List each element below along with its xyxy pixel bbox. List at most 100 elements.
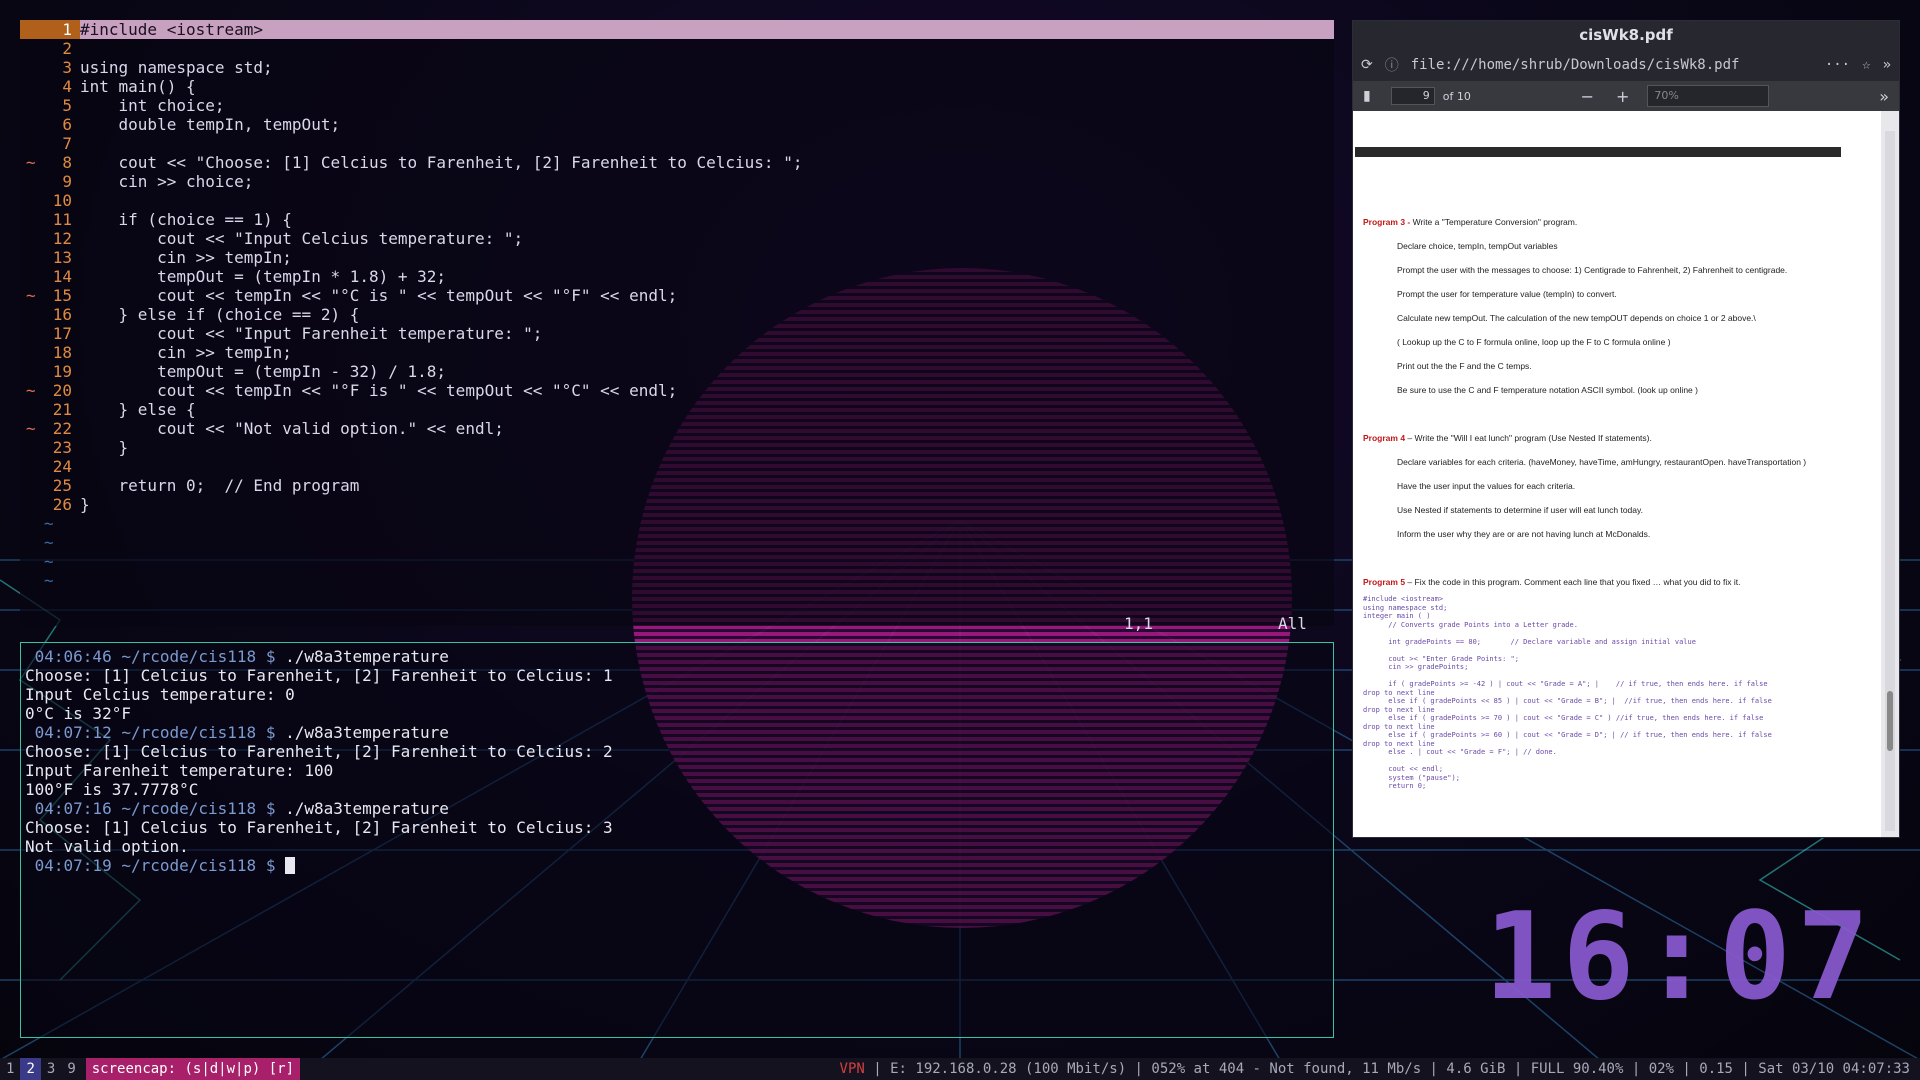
terminal-line: 0°C is 32°F [21,704,1333,723]
editor-line[interactable]: 17 cout << "Input Farenheit temperature:… [20,324,1334,343]
workspace-2[interactable]: 2 [20,1058,41,1080]
code-text: double tempIn, tempOut; [80,115,341,134]
system-info: VPN | E: 192.168.0.28 (100 Mbit/s) | 052… [840,1058,1920,1080]
editor-line[interactable]: 6 double tempIn, tempOut; [20,115,1334,134]
code-text: } [80,495,90,514]
terminal-prompt-line[interactable]: 04:07:19 ~/rcode/cis118 $ [21,856,1333,875]
line-number-text: 26 [52,495,72,514]
editor-line[interactable]: 7 [20,134,1334,153]
zoom-select[interactable]: 70% [1647,85,1770,107]
pdf-text-line: Declare variables for each criteria. (ha… [1397,457,1806,467]
terminal[interactable]: 04:06:46 ~/rcode/cis118 $ ./w8a3temperat… [20,642,1334,1038]
pdf-viewer-window[interactable]: cisWk8.pdf ⟳ ⓘ file:///home/shrub/Downlo… [1352,20,1900,838]
editor-line[interactable]: 25 return 0; // End program [20,476,1334,495]
editor-line[interactable]: ~20 cout << tempIn << "°F is " << tempOu… [20,381,1334,400]
editor-line[interactable]: 14 tempOut = (tempIn * 1.8) + 32; [20,267,1334,286]
workspace-list: 1239 [0,1058,82,1080]
editor-line[interactable]: 24 [20,457,1334,476]
editor-line[interactable]: 4 int main() { [20,77,1334,96]
line-number: 21 [20,400,80,419]
vim-editor[interactable]: 1 #include <iostream> 2 3 using namespace st… [20,20,1334,633]
bookmark-star-icon[interactable]: ☆ [1862,57,1870,73]
code-text: return 0; // End program [80,476,360,495]
code-text: cout << "Input Farenheit temperature: "; [80,324,543,343]
pdf-text: Calculate new tempOut. The calculation o… [1397,313,1756,323]
line-number-text: 25 [52,476,72,495]
workspace-3[interactable]: 3 [41,1058,61,1080]
editor-line[interactable]: 5 int choice; [20,96,1334,115]
editor-line[interactable]: 3 using namespace std; [20,58,1334,77]
line-number: 11 [20,210,80,229]
line-number: ~8 [20,153,80,172]
editor-line[interactable]: 23 } [20,438,1334,457]
url-text[interactable]: file:///home/shrub/Downloads/cisWk8.pdf [1411,57,1813,73]
code-text: int main() { [80,77,196,96]
terminal-line: 04:07:12 ~/rcode/cis118 $ ./w8a3temperat… [21,723,1333,742]
editor-line[interactable]: 9 cin >> choice; [20,172,1334,191]
screencap-mode[interactable]: screencap: (s|d|w|p) [r] [85,1058,301,1080]
code-text: if (choice == 1) { [80,210,292,229]
more-icon[interactable]: ··· [1825,57,1850,73]
editor-line[interactable]: ~22 cout << "Not valid option." << endl; [20,419,1334,438]
editor-line[interactable]: 2 [20,39,1334,58]
overflow-chevron-icon[interactable]: » [1883,57,1891,73]
info-icon[interactable]: ⓘ [1385,55,1399,75]
pdf-scroll-thumb[interactable] [1887,691,1893,751]
editor-line[interactable]: 16 } else if (choice == 2) { [20,305,1334,324]
terminal-text: Choose: [1] Celcius to Farenheit, [2] Fa… [25,818,613,837]
program-5-code: #include <iostream> using namespace std;… [1363,595,1772,790]
editor-line[interactable]: 19 tempOut = (tempIn - 32) / 1.8; [20,362,1334,381]
scroll-indicator: All [1278,614,1307,633]
editor-line[interactable]: 12 cout << "Input Celcius temperature: "… [20,229,1334,248]
terminal-line: 100°F is 37.7778°C [21,780,1333,799]
terminal-line: Choose: [1] Celcius to Farenheit, [2] Fa… [21,742,1333,761]
line-number: 24 [20,457,80,476]
line-number-text: 5 [62,96,72,115]
zoom-out-icon[interactable]: − [1581,87,1594,106]
editor-line[interactable]: 26} [20,495,1334,514]
editor-line[interactable]: 13 cin >> tempIn; [20,248,1334,267]
code-text: } [80,438,129,457]
terminal-prompt: 04:07:19 ~/rcode/cis118 $ [25,856,286,875]
pdf-text-line: Be sure to use the C and F temperature n… [1397,385,1698,395]
tools-chevron-icon[interactable]: » [1879,87,1889,106]
status-bar: 1239 screencap: (s|d|w|p) [r] VPN | E: 1… [0,1058,1920,1080]
editor-line[interactable]: 21 } else { [20,400,1334,419]
terminal-text: Input Farenheit temperature: 100 [25,761,334,780]
editor-line[interactable]: 10 [20,191,1334,210]
editor-line[interactable]: 11 if (choice == 1) { [20,210,1334,229]
reload-icon[interactable]: ⟳ [1361,57,1373,73]
terminal-line: Input Celcius temperature: 0 [21,685,1333,704]
pdf-scrollbar[interactable] [1885,131,1895,831]
zoom-in-icon[interactable]: + [1616,87,1629,106]
terminal-text: 0°C is 32°F [25,704,131,723]
pdf-text-line: Program 3 - Write a "Temperature Convers… [1363,217,1577,227]
line-number: 13 [20,248,80,267]
sidebar-toggle-icon[interactable]: ▮ [1363,88,1371,104]
line-number-text: 17 [52,324,72,343]
workspace-1[interactable]: 1 [0,1058,20,1080]
clock-widget: 16:07 [1484,888,1876,1027]
code-text: cin >> tempIn; [80,343,292,362]
editor-line[interactable]: ~8 cout << "Choose: [1] Celcius to Faren… [20,153,1334,172]
page-number-input[interactable]: 9 [1390,87,1435,105]
code-text: using namespace std; [80,58,273,77]
code-text: } else { [80,400,196,419]
workspace-9[interactable]: 9 [61,1058,81,1080]
line-number: 16 [20,305,80,324]
line-number: 25 [20,476,80,495]
line-number-text: 3 [62,58,72,77]
page-count: of 10 [1442,89,1471,103]
terminal-text: 100°F is 37.7778°C [25,780,199,799]
editor-line[interactable]: ~15 cout << tempIn << "°C is " << tempOu… [20,286,1334,305]
url-bar[interactable]: ⟳ ⓘ file:///home/shrub/Downloads/cisWk8.… [1353,49,1899,81]
line-number-text: 24 [52,457,72,476]
code-text: tempOut = (tempIn * 1.8) + 32; [80,267,447,286]
editor-line[interactable]: 1 #include <iostream> [20,20,1334,39]
pdf-text-line: ( Lookup up the C to F formula online, l… [1397,337,1671,347]
editor-lines: 1 #include <iostream> 2 3 using namespace st… [20,20,1334,514]
pdf-text-line: Prompt the user for temperature value (t… [1397,289,1617,299]
git-change-sign: ~ [26,419,36,438]
line-number-text: 13 [52,248,72,267]
editor-line[interactable]: 18 cin >> tempIn; [20,343,1334,362]
